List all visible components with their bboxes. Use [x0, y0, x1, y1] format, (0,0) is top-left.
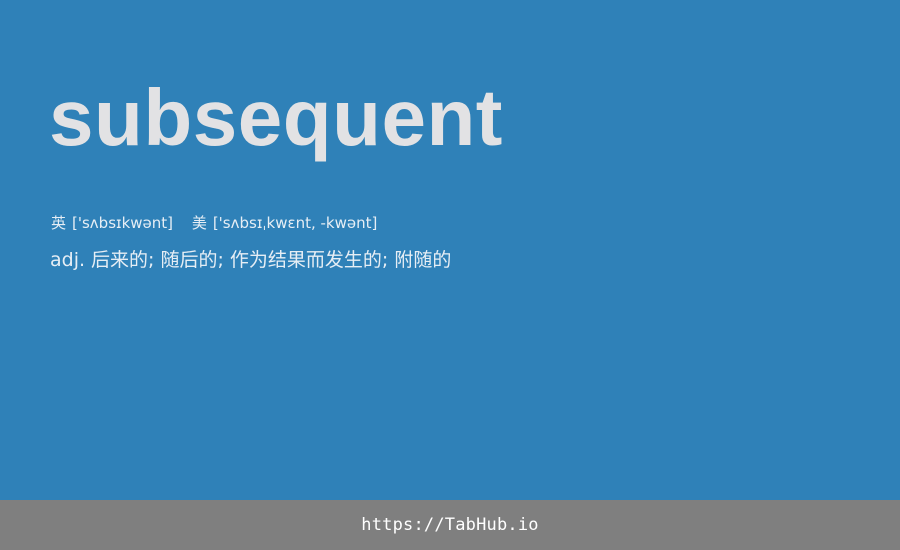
headword: subsequent: [49, 73, 503, 162]
phonetic-ipa-us: ['sʌbsɪˌkwɛnt, -kwənt]: [212, 214, 378, 232]
definition-meanings: 后来的; 随后的; 作为结果而发生的; 附随的: [91, 249, 452, 271]
phonetic-uk: 英 ['sʌbsɪkwənt]: [51, 213, 173, 233]
word-card: subsequent 英 ['sʌbsɪkwənt] 美 ['sʌbsɪˌkwɛnt…: [0, 0, 900, 500]
part-of-speech: adj.: [50, 249, 86, 271]
phonetic-region-us: 美: [191, 214, 207, 232]
phonetic-ipa-uk: ['sʌbsɪkwənt]: [72, 214, 174, 232]
tabhub-link[interactable]: https://TabHub.io: [361, 515, 538, 535]
footer-bar: https://TabHub.io: [0, 500, 900, 550]
phonetics-row: 英 ['sʌbsɪkwənt] 美 ['sʌbsɪˌkwɛnt, -kwənt]: [51, 213, 377, 233]
definition-line: adj. 后来的; 随后的; 作为结果而发生的; 附随的: [50, 246, 451, 274]
phonetic-region-uk: 英: [51, 214, 67, 232]
phonetic-us: 美 ['sʌbsɪˌkwɛnt, -kwənt]: [192, 213, 378, 233]
